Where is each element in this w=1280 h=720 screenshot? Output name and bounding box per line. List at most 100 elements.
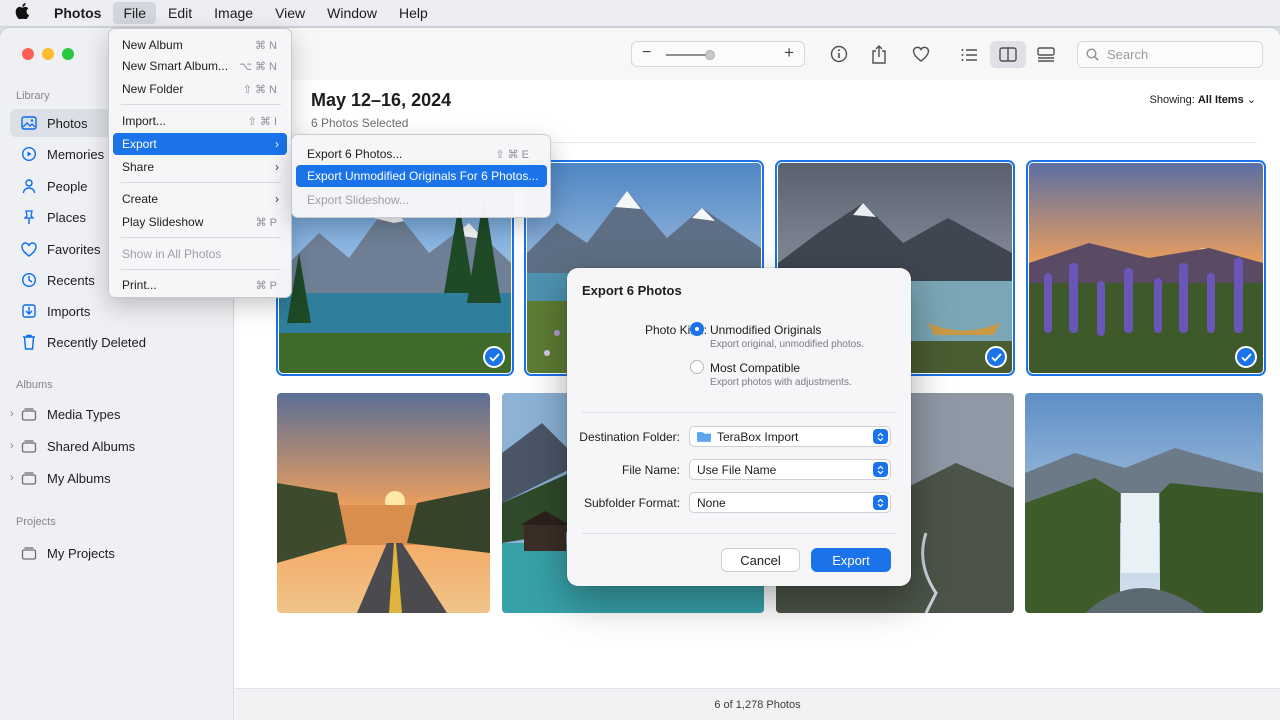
menu-separator [121,269,281,270]
divider [582,533,896,534]
radio-description: Export photos with adjustments. [710,377,852,388]
share-icon[interactable] [867,42,891,66]
info-icon[interactable] [827,42,851,66]
menu-item-label: Export Slideshow... [307,193,410,207]
shortcut-label: ⌥ ⌘ N [239,60,277,73]
chevron-right-icon: › [275,192,279,206]
file-name-label: File Name: [621,463,680,477]
menu-item-new-smart-album[interactable]: New Smart Album... ⌥ ⌘ N [113,55,287,77]
search-icon [1086,48,1099,61]
menu-separator [121,237,281,238]
search-placeholder: Search [1107,47,1149,62]
photo-thumbnail[interactable] [277,393,490,613]
menu-photos[interactable]: Photos [44,2,111,24]
photo-thumbnail[interactable] [1026,160,1266,376]
stepper-icon [873,462,888,477]
menu-item-play-slideshow[interactable]: Play Slideshow ⌘ P [113,211,287,233]
split-view-button[interactable] [990,41,1026,68]
menu-file[interactable]: File [113,2,157,24]
zoom-thumb[interactable] [705,50,715,60]
photos-icon [20,114,38,132]
chevron-right-icon[interactable]: › [10,440,14,452]
menu-help[interactable]: Help [389,2,438,24]
menu-item-label: Play Slideshow [122,215,204,229]
menu-window[interactable]: Window [317,2,387,24]
radio-most-compatible[interactable] [690,360,704,374]
showing-filter[interactable]: Showing: All Items ⌄ [1150,93,1256,106]
file-name-popup[interactable]: Use File Name [689,459,891,480]
selection-count: 6 Photos Selected [311,116,409,130]
person-icon [20,177,38,195]
menu-image[interactable]: Image [204,2,263,24]
shortcut-label: ⇧ ⌘ N [242,83,277,96]
menu-item-create[interactable]: Create › [113,188,287,210]
trash-icon [20,333,38,351]
shortcut-label: ⌘ P [255,279,277,292]
apple-icon[interactable] [0,3,44,23]
menu-item-label: Show in All Photos [122,247,222,261]
menu-item-new-album[interactable]: New Album ⌘ N [113,34,287,56]
radio-description: Export original, unmodified photos. [710,339,864,350]
sidebar-item-media-types[interactable]: › Media Types [10,400,222,428]
menu-edit[interactable]: Edit [158,2,202,24]
menu-item-print[interactable]: Print... ⌘ P [113,274,287,296]
radio-label: Unmodified Originals [710,323,822,337]
photo-kind-label: Photo Kind: [644,323,707,337]
close-window-button[interactable] [22,48,34,60]
window-controls [22,48,74,60]
stepper-icon [873,495,888,510]
menu-separator [121,104,281,105]
menu-item-label: Import... [122,114,167,128]
page-title: May 12–16, 2024 [311,90,452,110]
photo-thumbnail[interactable] [1025,393,1263,613]
destination-folder-popup[interactable]: TeraBox Import [689,426,891,447]
menu-item-new-folder[interactable]: New Folder ⇧ ⌘ N [113,78,287,100]
library-heading: Library [16,90,50,102]
zoom-window-button[interactable] [62,48,74,60]
album-stack-icon [20,437,38,455]
import-icon [20,302,38,320]
sidebar-item-shared-albums[interactable]: › Shared Albums [10,432,222,460]
export-button[interactable]: Export [811,548,891,572]
shortcut-label: ⌘ P [255,216,277,229]
cancel-button[interactable]: Cancel [721,548,800,572]
heart-icon[interactable] [909,42,933,66]
memories-icon [20,145,38,163]
menu-item-label: Export [122,137,157,151]
sidebar-item-label: Places [47,209,87,225]
dialog-title: Export 6 Photos [582,283,682,298]
menu-item-label: New Smart Album... [122,59,229,73]
menu-item-export-unmodified-originals[interactable]: Export Unmodified Originals For 6 Photos… [296,165,547,187]
sidebar-item-recently-deleted[interactable]: Recently Deleted [10,328,222,356]
albums-heading: Albums [16,379,53,391]
list-view-button[interactable] [951,41,987,68]
minimize-window-button[interactable] [42,48,54,60]
subfolder-format-popup[interactable]: None [689,492,891,513]
zoom-out-icon[interactable]: − [642,44,651,62]
sidebar-item-my-projects[interactable]: My Projects [10,539,222,567]
radio-unmodified-originals[interactable] [690,322,704,336]
menu-item-export-photos[interactable]: Export 6 Photos... ⇧ ⌘ E [296,143,547,165]
chevron-right-icon[interactable]: › [10,408,14,420]
menu-item-share[interactable]: Share › [113,156,287,178]
clock-icon [20,271,38,289]
chevron-right-icon[interactable]: › [10,472,14,484]
grid-view-button[interactable] [1028,41,1064,68]
zoom-slider[interactable]: − + [631,41,805,67]
toolbar: − + Search [235,28,1280,80]
sidebar-item-imports[interactable]: Imports [10,297,222,325]
menu-item-import[interactable]: Import... ⇧ ⌘ I [113,110,287,132]
sidebar-item-my-albums[interactable]: › My Albums [10,464,222,492]
menu-item-export-slideshow: Export Slideshow... [296,189,547,211]
menu-view[interactable]: View [265,2,315,24]
stepper-icon [873,429,888,444]
search-input[interactable]: Search [1077,41,1263,68]
showing-label: Showing: [1149,94,1195,106]
export-submenu: Export 6 Photos... ⇧ ⌘ E Export Unmodifie… [291,134,551,218]
shortcut-label: ⇧ ⌘ I [247,115,277,128]
zoom-in-icon[interactable]: + [784,43,794,63]
sidebar-item-label: Favorites [47,241,101,257]
menu-item-export[interactable]: Export › [113,133,287,155]
sidebar-item-label: My Albums [47,470,111,486]
popup-value: Use File Name [697,462,777,477]
